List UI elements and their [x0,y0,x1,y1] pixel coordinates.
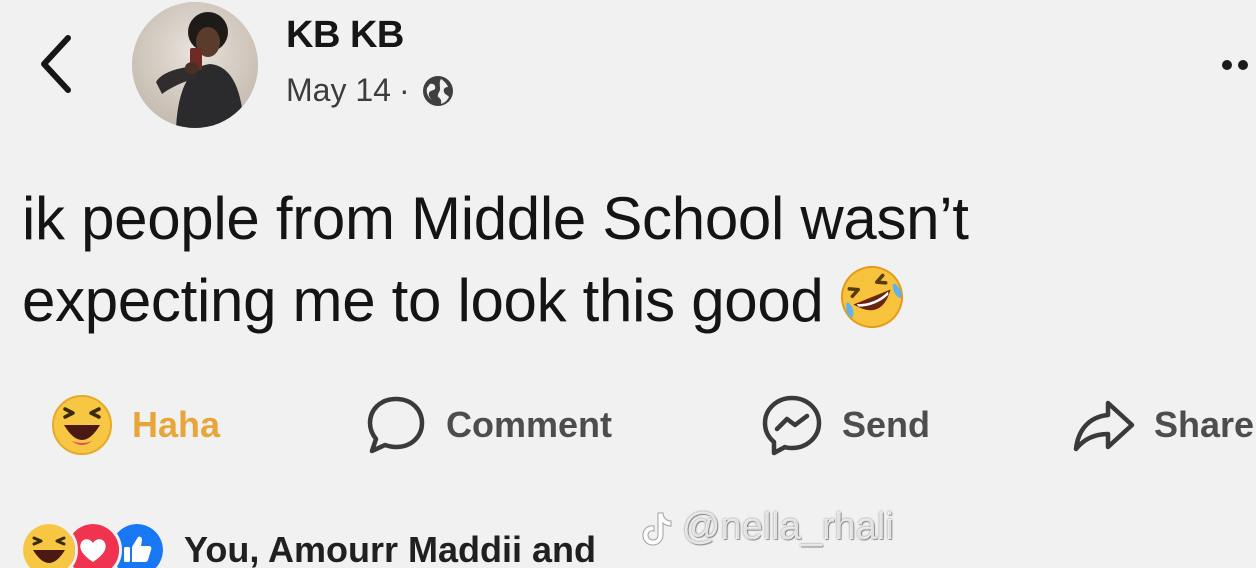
chevron-left-icon [41,35,71,93]
reactions-summary[interactable]: You, Amourr Maddii and [20,520,596,568]
post-meta: May 14 · [286,72,456,109]
share-button[interactable]: Share [1072,390,1254,460]
post-text-line-2: expecting me to look this good [22,260,1222,342]
more-options-button[interactable] [1222,50,1256,80]
more-options-icon-dot [1238,60,1248,70]
reaction-icons [20,521,166,568]
tiktok-icon [642,512,672,546]
profile-photo [132,2,258,128]
more-options-icon [1222,60,1232,70]
globe-icon [422,75,453,106]
haha-reaction-icon [52,395,112,455]
haha-icon [20,521,78,568]
tiktok-watermark: @nella_rhali [640,506,894,549]
meta-separator: · [398,72,410,108]
back-button[interactable] [28,28,84,100]
post-text-line-2-text: expecting me to look this good [22,267,824,334]
watermark-handle: @nella_rhali [682,506,894,548]
post-text-line-1: ik people from Middle School wasn’t [22,185,969,252]
author-name[interactable]: KB KB [286,14,404,57]
share-label: Share [1154,404,1255,445]
avatar[interactable] [132,2,258,128]
post-date[interactable]: May 14 [286,72,391,109]
haha-label: Haha [132,404,221,445]
send-button[interactable]: Send [760,390,930,460]
comment-icon [367,396,425,454]
rolling-on-floor-laughing-emoji [840,266,903,328]
share-arrow-icon [1073,400,1135,452]
haha-button[interactable]: Haha [50,390,220,460]
messenger-icon [762,395,822,456]
send-label: Send [842,404,931,445]
comment-label: Comment [446,404,613,445]
reactions-text: You, Amourr Maddii and [184,529,596,568]
post-body: ik people from Middle School wasn’t expe… [22,178,1222,342]
comment-button[interactable]: Comment [364,390,612,460]
